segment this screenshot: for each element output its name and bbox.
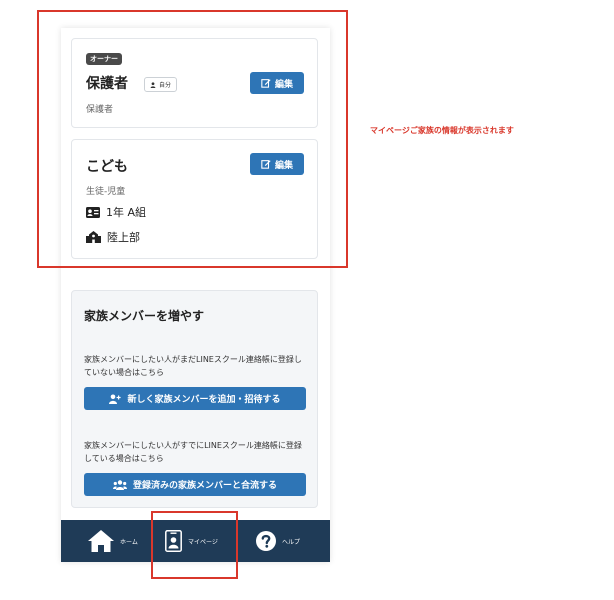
add-new-description: 家族メンバーにしたい人がまだLINEスクール連絡帳に登録していない場合はこちら xyxy=(84,355,302,377)
family-info-highlight xyxy=(37,10,348,268)
user-plus-icon xyxy=(109,394,122,404)
home-icon xyxy=(88,530,114,552)
join-description: 家族メンバーにしたい人がすでにLINEスクール連絡帳に登録している場合はこちら xyxy=(84,441,302,463)
add-family-title: 家族メンバーを増やす xyxy=(84,309,205,323)
add-new-member-button[interactable]: 新しく家族メンバーを追加・招待する xyxy=(84,387,306,410)
users-icon xyxy=(112,479,127,490)
nav-help-label: ヘルプ xyxy=(282,538,301,546)
question-circle-icon xyxy=(256,531,276,551)
annotation-text: マイページご家族の情報が表示されます xyxy=(370,126,514,135)
join-member-label: 登録済みの家族メンバーと合流する xyxy=(132,481,277,491)
nav-home-label: ホーム xyxy=(120,538,138,546)
add-family-section: 家族メンバーを増やす 家族メンバーにしたい人がまだLINEスクール連絡帳に登録し… xyxy=(71,290,318,508)
nav-home[interactable]: ホーム xyxy=(88,520,138,562)
join-member-button[interactable]: 登録済みの家族メンバーと合流する xyxy=(84,473,306,496)
add-new-member-label: 新しく家族メンバーを追加・招待する xyxy=(127,395,281,405)
nav-help[interactable]: ヘルプ xyxy=(256,520,300,562)
mypage-tab-highlight xyxy=(151,511,238,579)
